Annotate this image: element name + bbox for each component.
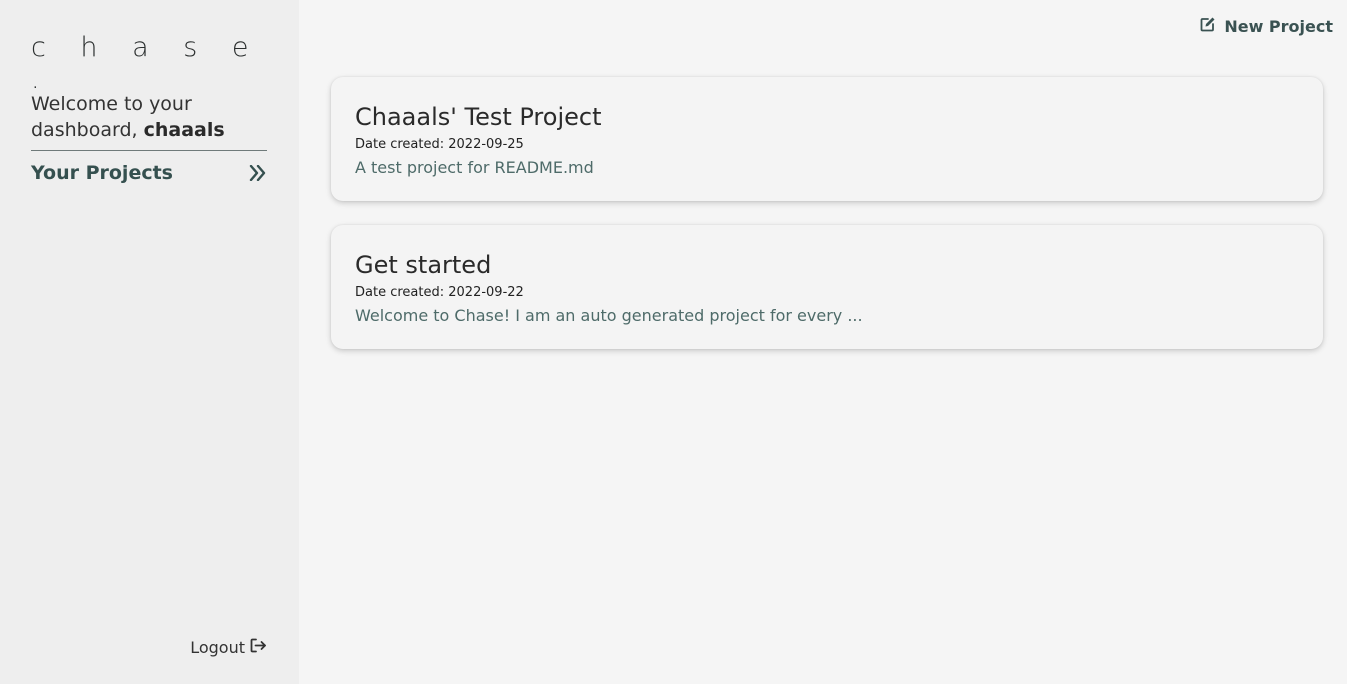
new-project-button[interactable]: New Project xyxy=(1200,16,1333,36)
new-project-label: New Project xyxy=(1224,16,1333,36)
project-date: Date created: 2022-09-25 xyxy=(355,136,524,154)
project-description: Welcome to Chase! I am an auto generated… xyxy=(355,306,863,325)
project-card[interactable]: Chaaals' Test Project Date created: 2022… xyxy=(331,77,1323,201)
date-value: 2022-09-22 xyxy=(448,285,524,300)
app: c h a s e . Welcome to your dashboard, c… xyxy=(0,0,1347,684)
sidebar-item-label: Your Projects xyxy=(31,162,173,184)
logout-label: Logout xyxy=(190,638,245,657)
edit-icon xyxy=(1200,16,1216,36)
date-label: Date created: xyxy=(355,285,445,300)
app-logo: c h a s e . xyxy=(31,32,262,95)
project-description: A test project for README.md xyxy=(355,158,594,177)
username: chaaals xyxy=(143,119,225,141)
project-card[interactable]: Get started Date created: 2022-09-22 Wel… xyxy=(331,225,1323,349)
sign-out-icon xyxy=(250,638,267,657)
sidebar-item-your-projects[interactable]: Your Projects xyxy=(31,158,267,188)
date-label: Date created: xyxy=(355,137,445,152)
project-title: Chaaals' Test Project xyxy=(355,103,602,131)
date-value: 2022-09-25 xyxy=(448,137,524,152)
double-chevron-right-icon xyxy=(249,165,267,181)
sidebar: c h a s e . Welcome to your dashboard, c… xyxy=(0,0,299,684)
sidebar-divider xyxy=(31,150,267,151)
project-date: Date created: 2022-09-22 xyxy=(355,284,524,302)
project-title: Get started xyxy=(355,251,492,279)
welcome-message: Welcome to your dashboard, chaaals xyxy=(31,91,267,143)
logout-button[interactable]: Logout xyxy=(190,638,267,657)
